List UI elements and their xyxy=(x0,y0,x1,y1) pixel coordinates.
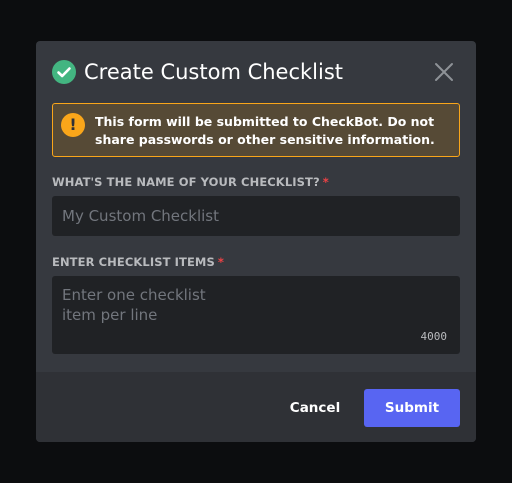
modal-title: Create Custom Checklist xyxy=(84,60,344,84)
check-circle-icon xyxy=(52,60,76,84)
checklist-name-placeholder: My Custom Checklist xyxy=(62,207,219,225)
notice-bot-name: CheckBot xyxy=(311,114,379,129)
notice-prefix: This form will be submitted to xyxy=(95,114,312,129)
checklist-items-placeholder-line: Enter one checklist xyxy=(62,286,206,304)
required-marker: * xyxy=(217,255,224,269)
checklist-items-placeholder-line: item per line xyxy=(62,306,158,324)
checklist-name-label-text: WHAT'S THE NAME OF YOUR CHECKLIST? xyxy=(52,175,320,189)
character-counter: 4000 xyxy=(420,330,448,343)
required-marker: * xyxy=(322,175,329,189)
warning-icon: ! xyxy=(61,113,85,137)
submit-button[interactable]: Submit xyxy=(364,389,460,427)
warning-notice: ! This form will be submitted to CheckBo… xyxy=(52,103,460,157)
cancel-button[interactable]: Cancel xyxy=(284,390,346,426)
checklist-items-label: ENTER CHECKLIST ITEMS * xyxy=(52,255,224,269)
modal-footer: Cancel Submit xyxy=(36,372,476,442)
notice-text: This form will be submitted to CheckBot.… xyxy=(95,113,450,149)
checklist-name-label: WHAT'S THE NAME OF YOUR CHECKLIST? * xyxy=(52,175,329,189)
modal-header: Create Custom Checklist xyxy=(36,41,476,103)
close-icon[interactable] xyxy=(434,62,454,82)
checklist-name-input[interactable]: My Custom Checklist xyxy=(52,196,460,236)
checklist-items-textarea[interactable]: Enter one checklist item per line 4000 xyxy=(52,276,460,354)
create-checklist-modal: Create Custom Checklist ! This form will… xyxy=(36,41,476,442)
checklist-items-label-text: ENTER CHECKLIST ITEMS xyxy=(52,255,215,269)
